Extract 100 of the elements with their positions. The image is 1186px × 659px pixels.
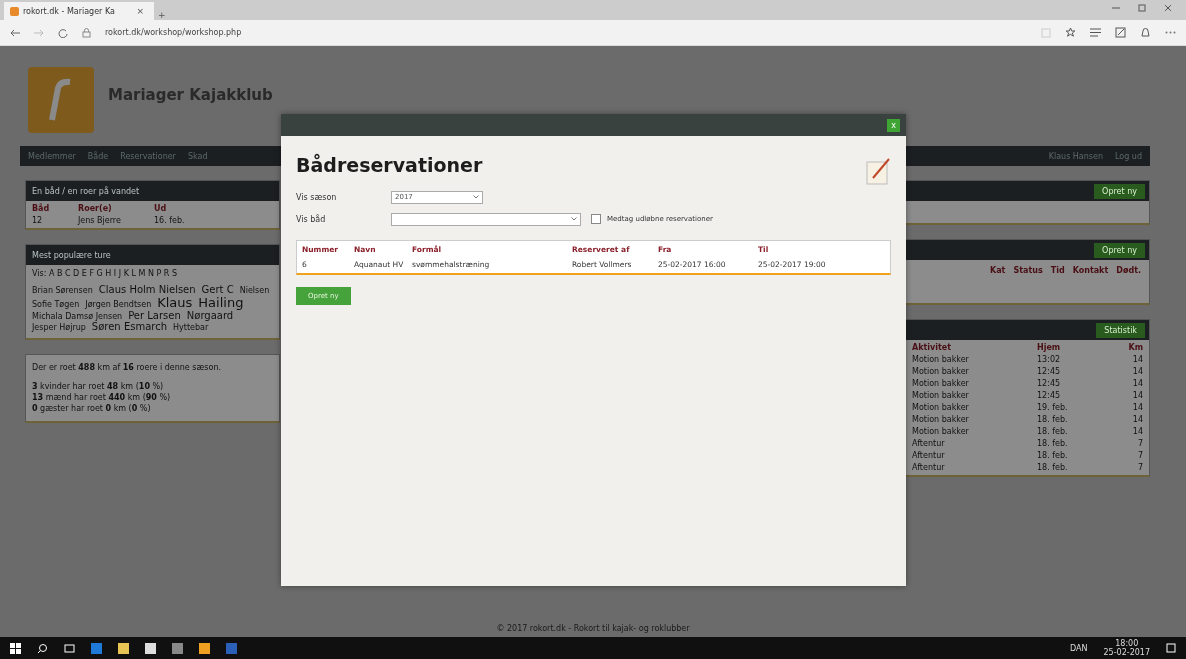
table-cell-text: 16. feb. <box>154 216 186 225</box>
maximize-icon[interactable] <box>1138 4 1146 12</box>
close-icon[interactable] <box>1164 4 1172 12</box>
name-link[interactable]: Michala Damsø Jensen <box>32 312 123 321</box>
panel-button[interactable]: Opret ny <box>1094 183 1145 199</box>
close-button[interactable]: x <box>887 118 900 132</box>
column-header: Kat <box>990 266 1006 275</box>
column-header: Hjem <box>1037 343 1062 352</box>
nav-link[interactable]: Både <box>87 151 109 161</box>
search-icon[interactable] <box>37 642 48 654</box>
name-link[interactable]: Per Larsen <box>128 310 181 321</box>
star-icon[interactable] <box>1065 27 1076 38</box>
table-cell-text: 7 <box>1136 451 1143 460</box>
table-cell-text: 7 <box>1136 439 1143 448</box>
table-cell-text: 18. feb. <box>1037 463 1069 472</box>
season-label: Vis sæson <box>296 192 338 202</box>
table-cell-text: Aftentur <box>912 451 946 460</box>
nav-link[interactable]: Medlemmer <box>28 151 76 161</box>
table-cell-text: 18. feb. <box>1037 439 1069 448</box>
name-link[interactable]: Hailing <box>198 295 244 310</box>
table-cell-text: 13:02 <box>1037 355 1062 364</box>
column-header: Kontakt <box>1072 266 1109 275</box>
table-cell-text: Aftentur <box>912 439 946 448</box>
table-cell-text: 7 <box>1136 463 1143 472</box>
club-logo <box>28 67 94 133</box>
bell-icon[interactable] <box>1140 27 1151 38</box>
stat-text: 0 gæster har roet 0 km (0 %) <box>32 404 151 413</box>
footer-text: © 2017 rokort.dk - Rokort til kajak- og roklubber <box>495 624 691 635</box>
table-cell-text: 14 <box>1131 403 1143 412</box>
table-cell-text: 14 <box>1131 367 1143 376</box>
table-cell-text: 14 <box>1131 379 1143 388</box>
table-cell-text: Motion bakker <box>912 367 970 376</box>
browser-tab[interactable]: rokort.dk - Mariager Ka × <box>4 2 154 20</box>
notepad-icon <box>865 156 891 186</box>
table-cell-text: 14 <box>1131 427 1143 436</box>
table-cell-text: 19. feb. <box>1037 403 1069 412</box>
language-indicator[interactable]: DAN <box>1070 643 1088 653</box>
column-header: Km <box>1127 343 1143 352</box>
nav-link[interactable]: Reservationer <box>120 151 176 161</box>
stat-text: Der er roet 488 km af 16 roere i denne sæson. <box>32 363 222 372</box>
letter-filter[interactable]: Vis: A B C D E F G H I J K L M N P R S <box>26 265 279 282</box>
task-view-icon[interactable] <box>64 643 75 653</box>
stat-text: 3 kvinder har roet 48 km (10 %) <box>32 382 164 391</box>
name-link[interactable]: Jesper Højrup <box>32 323 86 332</box>
lock-icon <box>82 27 91 38</box>
menu-icon[interactable] <box>1090 28 1101 37</box>
name-link[interactable]: Klaus <box>157 295 193 310</box>
table-cell-text: Motion bakker <box>912 391 970 400</box>
column-header: Dødt. <box>1116 266 1141 275</box>
table-cell-text: Jens Bjerre <box>78 216 122 225</box>
checkbox[interactable] <box>591 214 601 224</box>
column-header: Roer(e) <box>78 204 113 213</box>
close-tab-button[interactable]: × <box>132 6 148 16</box>
column-header: Båd <box>32 204 51 213</box>
stat-text: 13 mænd har roet 440 km (90 %) <box>32 393 171 402</box>
name-link[interactable]: Sofie Tøgen <box>32 300 80 309</box>
column-header: Ud <box>154 204 168 213</box>
name-link[interactable]: Brian Sørensen <box>32 286 93 295</box>
name-link[interactable]: Jørgen Bendtsen <box>85 300 152 309</box>
table-cell-text: 14 <box>1131 355 1143 364</box>
name-link[interactable]: Søren Esmarch <box>91 321 167 332</box>
column-header: Tid <box>1050 266 1065 275</box>
name-link[interactable]: Nørgaard <box>186 310 234 321</box>
boat-label: Vis båd <box>296 214 327 224</box>
column-header: Status <box>1013 266 1043 275</box>
table-cell-text: Motion bakker <box>912 415 970 424</box>
name-link[interactable]: Nielsen <box>239 286 270 295</box>
table-cell-text: 12:45 <box>1037 367 1062 376</box>
table-cell-text: 14 <box>1131 391 1143 400</box>
name-link[interactable]: Hyttebar <box>173 323 209 332</box>
new-tab-button[interactable]: + <box>154 10 170 20</box>
chevron-icon <box>571 217 577 221</box>
nav-link[interactable]: Skad <box>187 151 208 161</box>
panel-button[interactable]: Statistik <box>1096 322 1145 338</box>
name-link[interactable]: Claus Holm Nielsen <box>98 284 196 295</box>
chevron-icon <box>473 195 479 199</box>
more-icon[interactable] <box>1165 31 1176 34</box>
logout-link[interactable]: Log ud <box>1115 151 1142 161</box>
clock-time: 18:00 <box>1115 639 1139 648</box>
table-cell-text: Motion bakker <box>912 379 970 388</box>
site-title: Mariager Kajakklub <box>108 86 273 104</box>
column-header: Aktivitet <box>912 343 953 352</box>
table-cell-text: Motion bakker <box>912 403 970 412</box>
table-cell-text: Aftentur <box>912 463 946 472</box>
note-icon[interactable] <box>1115 27 1126 38</box>
back-icon[interactable] <box>10 28 20 37</box>
panel-button[interactable]: Opret ny <box>1094 242 1145 258</box>
user-link[interactable]: Klaus Hansen <box>1048 151 1103 161</box>
notification-icon[interactable] <box>1166 643 1176 653</box>
refresh-icon[interactable] <box>58 27 68 38</box>
table-cell-text: Motion bakker <box>912 427 970 436</box>
table-cell-text: 14 <box>1131 415 1143 424</box>
name-link[interactable]: Gert C <box>201 284 234 295</box>
table-cell-text: 18. feb. <box>1037 415 1069 424</box>
table-cell-text: Motion bakker <box>912 355 970 364</box>
panel-title: En båd / en roer på vandet <box>32 186 140 196</box>
dialog-title: Bådreservationer <box>296 154 483 176</box>
table-cell-text: 18. feb. <box>1037 451 1069 460</box>
table-cell-text: 12 <box>32 216 44 225</box>
windows-icon[interactable] <box>10 642 21 654</box>
